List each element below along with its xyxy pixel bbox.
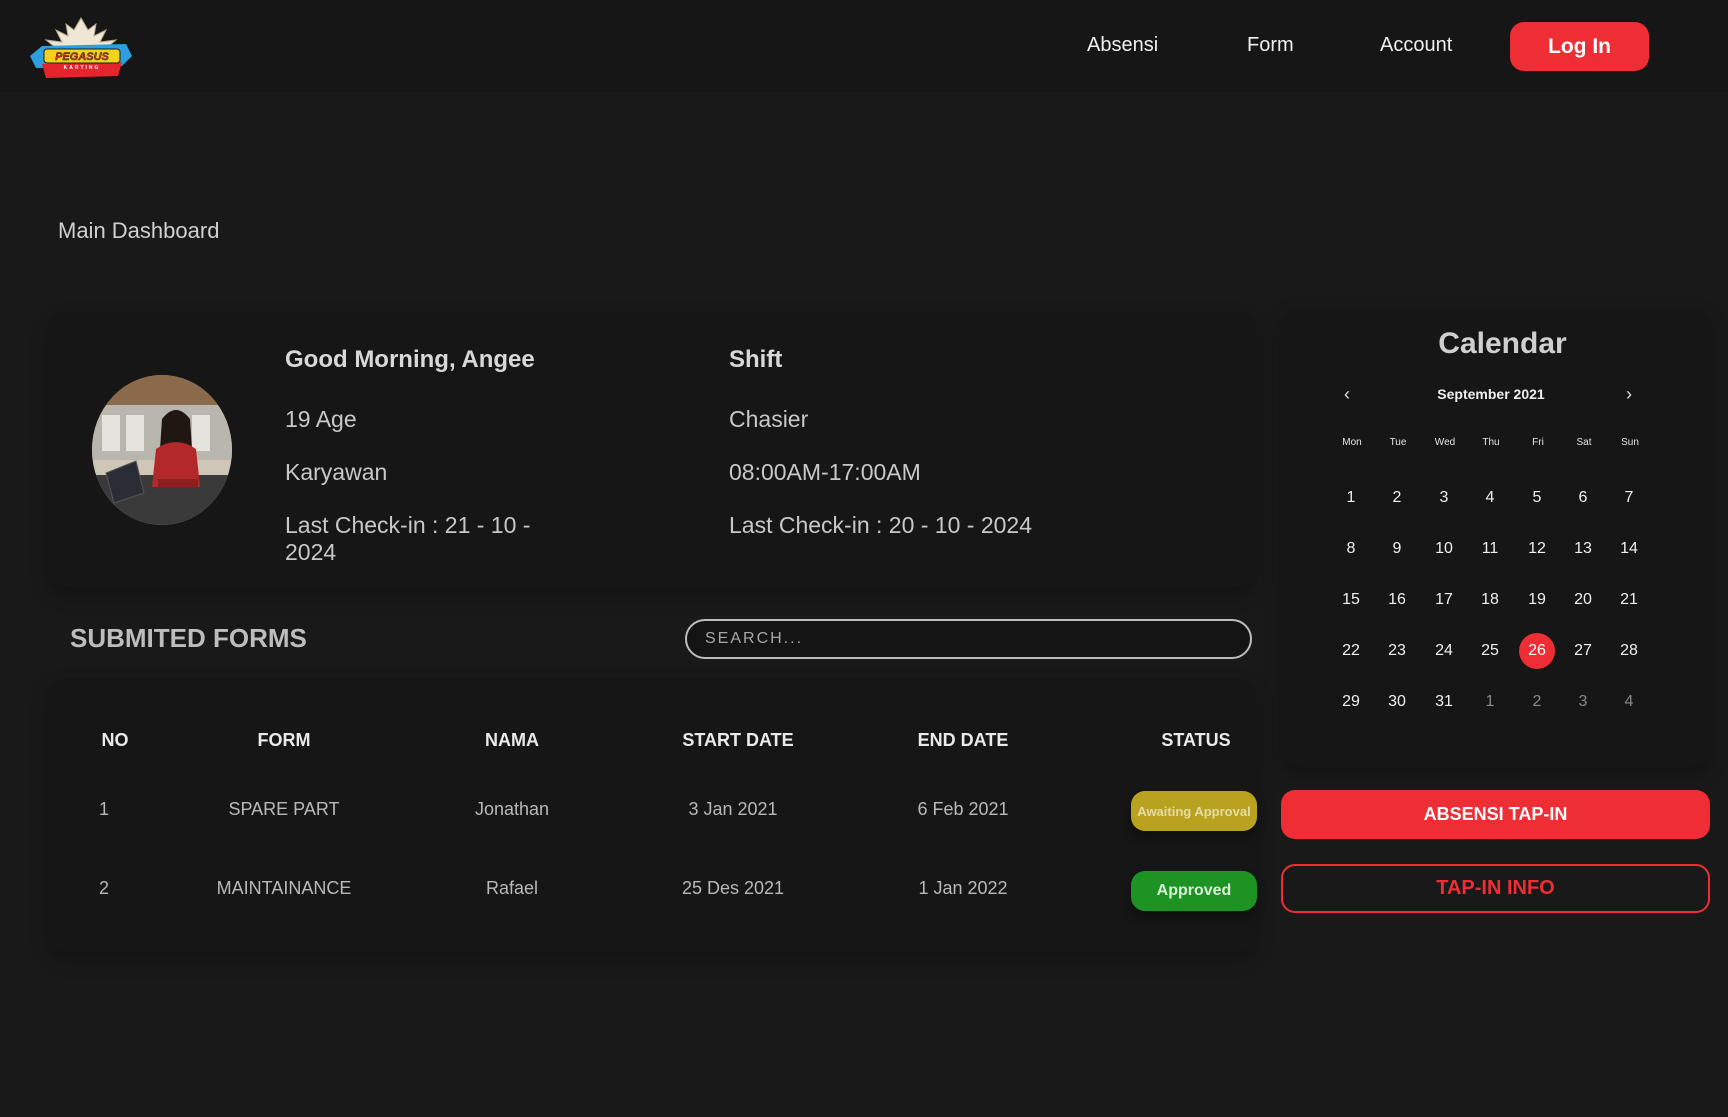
calendar-day-selected[interactable]: 26 xyxy=(1519,633,1555,669)
calendar-day[interactable]: 30 xyxy=(1379,684,1415,720)
cell-nama: Rafael xyxy=(485,878,539,898)
calendar-title: Calendar xyxy=(1438,327,1567,360)
cell-start-date: 25 Des 2021 xyxy=(681,878,785,898)
column-header-no: NO xyxy=(101,730,129,750)
cell-end-date: 1 Jan 2022 xyxy=(918,878,1008,898)
calendar-day[interactable]: 16 xyxy=(1379,582,1415,618)
calendar-day[interactable]: 21 xyxy=(1611,582,1647,618)
calendar-day[interactable]: 3 xyxy=(1426,480,1462,516)
calendar-day[interactable]: 1 xyxy=(1472,684,1508,720)
weekday-sun: Sun xyxy=(1621,437,1639,448)
calendar-day[interactable]: 24 xyxy=(1426,633,1462,669)
cell-end-date: 6 Feb 2021 xyxy=(917,799,1009,819)
calendar-day[interactable]: 4 xyxy=(1611,684,1647,720)
nav-account[interactable]: Account xyxy=(1380,34,1452,57)
weekday-mon: Mon xyxy=(1342,437,1362,448)
cell-form: SPARE PART xyxy=(228,799,340,819)
calendar-day[interactable]: 2 xyxy=(1379,480,1415,516)
cell-form: MAINTAINANCE xyxy=(216,878,352,898)
greeting: Good Morning, Angee xyxy=(285,346,535,373)
logo-text: PEGASUS xyxy=(55,51,109,63)
cell-nama: Jonathan xyxy=(474,799,550,819)
column-header-nama: NAMA xyxy=(485,730,539,750)
calendar-day[interactable]: 19 xyxy=(1519,582,1555,618)
calendar-day[interactable]: 6 xyxy=(1565,480,1601,516)
calendar-day[interactable]: 3 xyxy=(1565,684,1601,720)
calendar-day[interactable]: 4 xyxy=(1472,480,1508,516)
last-checkin-text: Last Check-in : 21 - 10 - 2024 xyxy=(285,512,531,565)
column-header-form: FORM xyxy=(257,730,311,750)
shift-title: Shift xyxy=(729,346,783,373)
calendar-day[interactable]: 23 xyxy=(1379,633,1415,669)
column-header-start-date: START DATE xyxy=(682,730,794,750)
absensi-tap-in-button[interactable]: ABSENSI TAP-IN xyxy=(1281,790,1710,839)
calendar-day[interactable]: 12 xyxy=(1519,531,1555,567)
column-header-status: STATUS xyxy=(1161,730,1231,750)
weekday-thu: Thu xyxy=(1482,437,1500,448)
weekday-fri: Fri xyxy=(1532,437,1544,448)
calendar-day[interactable]: 15 xyxy=(1333,582,1369,618)
calendar-day[interactable]: 8 xyxy=(1333,531,1369,567)
calendar-day[interactable]: 1 xyxy=(1333,480,1369,516)
weekday-sat: Sat xyxy=(1576,437,1592,448)
cell-no: 1 xyxy=(98,799,110,819)
cell-start-date: 3 Jan 2021 xyxy=(688,799,778,819)
nav-form[interactable]: Form xyxy=(1247,34,1294,57)
calendar-day[interactable]: 13 xyxy=(1565,531,1601,567)
top-navigation-bar xyxy=(0,0,1728,92)
nav-absensi[interactable]: Absensi xyxy=(1087,34,1158,57)
next-month-chevron-icon[interactable]: › xyxy=(1626,384,1632,405)
status-badge-approved: Approved xyxy=(1131,871,1257,911)
calendar-day[interactable]: 7 xyxy=(1611,480,1647,516)
pegasus-karting-logo[interactable]: PEGASUS KARTING xyxy=(26,16,136,80)
page-title: Main Dashboard xyxy=(58,218,220,243)
calendar-day[interactable]: 27 xyxy=(1565,633,1601,669)
status-badge-awaiting: Awaiting Approval xyxy=(1131,791,1257,831)
cell-no: 2 xyxy=(98,878,110,898)
role-text: Karyawan xyxy=(285,459,388,485)
calendar-day[interactable]: 25 xyxy=(1472,633,1508,669)
prev-month-chevron-icon[interactable]: ‹ xyxy=(1344,384,1350,405)
calendar-day[interactable]: 28 xyxy=(1611,633,1647,669)
calendar-day[interactable]: 2 xyxy=(1519,684,1555,720)
calendar-day[interactable]: 9 xyxy=(1379,531,1415,567)
submitted-forms-title: SUBMITED FORMS xyxy=(70,623,307,653)
shift-last-checkin-text: Last Check-in : 20 - 10 - 2024 xyxy=(729,512,1032,538)
weekday-wed: Wed xyxy=(1434,437,1456,448)
login-button[interactable]: Log In xyxy=(1510,22,1649,71)
calendar-day[interactable]: 14 xyxy=(1611,531,1647,567)
age-text: 19 Age xyxy=(285,406,357,432)
calendar-day[interactable]: 18 xyxy=(1472,582,1508,618)
shift-hours-text: 08:00AM-17:00AM xyxy=(729,459,921,485)
calendar-day[interactable]: 10 xyxy=(1426,531,1462,567)
weekday-tue: Tue xyxy=(1389,437,1407,448)
calendar-month-label: September 2021 xyxy=(1437,386,1545,402)
avatar xyxy=(92,375,232,525)
calendar-day[interactable]: 20 xyxy=(1565,582,1601,618)
calendar-day[interactable]: 31 xyxy=(1426,684,1462,720)
logo-subtext: KARTING xyxy=(64,65,101,71)
tap-in-info-button[interactable]: TAP-IN INFO xyxy=(1281,864,1710,913)
calendar-day[interactable]: 17 xyxy=(1426,582,1462,618)
calendar-day[interactable]: 22 xyxy=(1333,633,1369,669)
calendar-day[interactable]: 11 xyxy=(1472,531,1508,567)
calendar-day[interactable]: 29 xyxy=(1333,684,1369,720)
column-header-end-date: END DATE xyxy=(917,730,1009,750)
calendar-day[interactable]: 5 xyxy=(1519,480,1555,516)
search-input[interactable] xyxy=(685,619,1252,659)
position-text: Chasier xyxy=(729,406,809,432)
